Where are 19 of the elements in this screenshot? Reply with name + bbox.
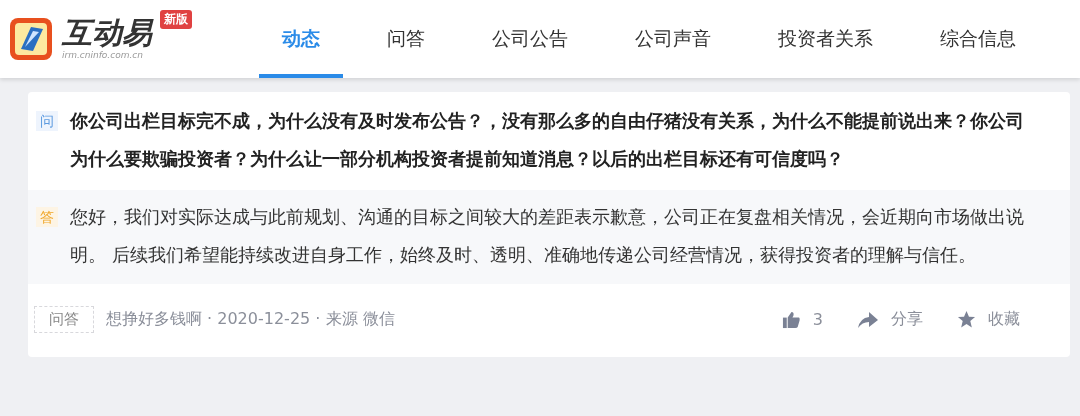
post-meta: 想挣好多钱啊 · 2020-12-25 · 来源 微信 (106, 309, 395, 330)
logo-title: 互动易 (62, 17, 152, 49)
nav-tab[interactable]: 公司公告 (469, 0, 591, 78)
answer-marker: 答 (36, 207, 58, 227)
share-arrow-icon (857, 310, 879, 329)
star-icon (957, 310, 976, 329)
nav-tab[interactable]: 问答 (364, 0, 448, 78)
nav-tab[interactable]: 投资者关系 (755, 0, 896, 78)
nav-tab[interactable]: 综合信息 (917, 0, 1039, 78)
nav-tab[interactable]: 动态 (259, 0, 343, 78)
question-text: 你公司出栏目标完不成，为什么没有及时发布公告？，没有那么多的自由仔猪没有关系，为什么不能提前说出来？你公司为什么要欺骗投资者？为什么让一部分机构投资者提前知道消息？以后的出栏目标还有可信度吗？ (70, 109, 1025, 171)
logo-url: irm.cninfo.com.cn (62, 49, 144, 61)
nav-tab[interactable]: 公司声音 (612, 0, 734, 78)
new-version-badge: 新版 (160, 10, 192, 29)
logo-icon (9, 17, 53, 61)
thumbs-up-icon (781, 310, 801, 329)
category-tag[interactable]: 问答 (34, 306, 94, 333)
question-marker: 问 (36, 111, 58, 131)
answer-text: 您好，我们对实际达成与此前规划、沟通的目标之间较大的差距表示歉意，公司正在复盘相关情况，会近期向市场做出说明。 后续我们希望能持续改进自身工作，始终及时、透明、准确地传递公司经营情况，获得投资者的理解与信任。 (70, 205, 1025, 267)
